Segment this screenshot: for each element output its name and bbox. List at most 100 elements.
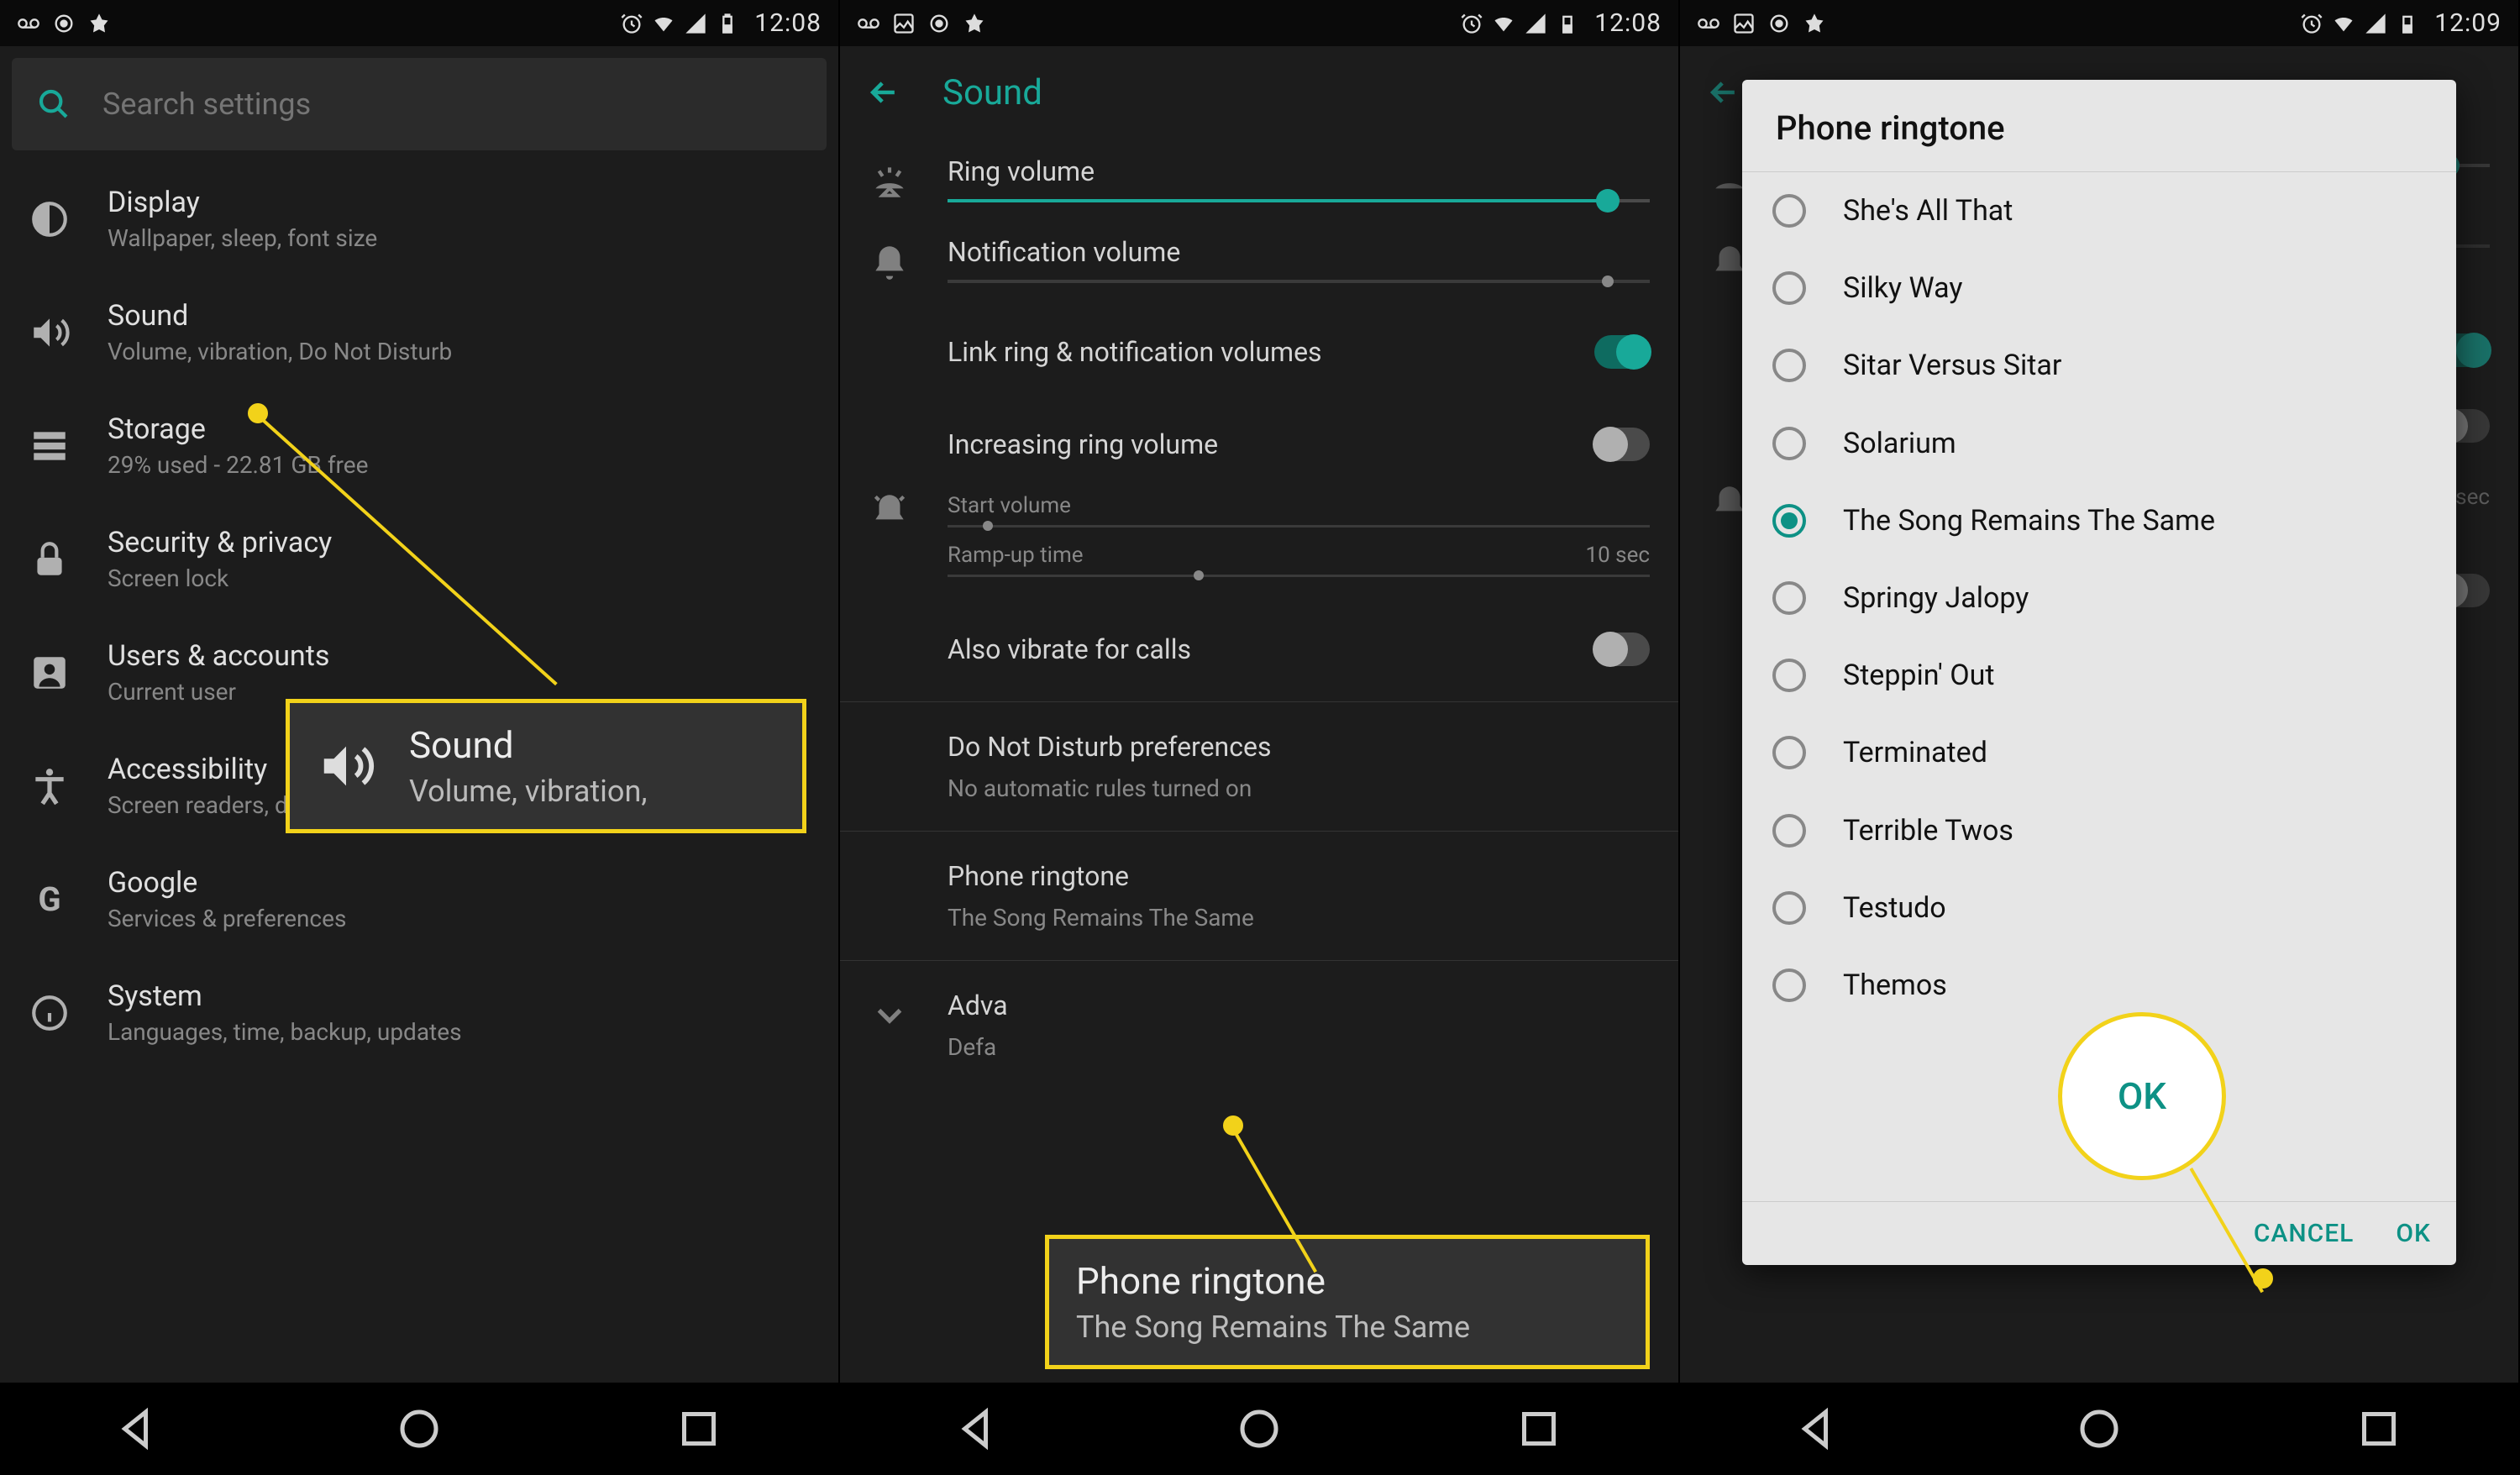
row-title: Phone ringtone — [948, 860, 1650, 892]
callout-ringtone: Phone ringtone The Song Remains The Same — [1045, 1235, 1650, 1369]
ringtone-row[interactable]: Phone ringtone The Song Remains The Same — [840, 843, 1678, 948]
callout-sub: The Song Remains The Same — [1076, 1310, 1619, 1345]
radio-icon — [1772, 891, 1806, 925]
leaf-icon — [1803, 12, 1826, 35]
toggle-label: Increasing ring volume — [948, 428, 1557, 460]
sub-label: Ramp-up time — [948, 543, 1586, 568]
target-icon — [927, 12, 951, 35]
chevron-down-icon — [869, 995, 911, 1037]
phone-sound: 12:08 Sound Ring volume Notification vol… — [840, 0, 1680, 1475]
target-icon — [52, 12, 76, 35]
row-title: Do Not Disturb preferences — [948, 731, 1650, 763]
nav-recent[interactable] — [1514, 1404, 1564, 1454]
nav-recent[interactable] — [2354, 1404, 2404, 1454]
target-icon — [1767, 12, 1791, 35]
rampup-slider[interactable] — [948, 575, 1650, 577]
radio-icon — [1772, 968, 1806, 1002]
callout-sound: Sound Volume, vibration, — [286, 699, 806, 833]
sound-icon — [317, 737, 375, 795]
ringtone-option[interactable]: Sitar Versus Sitar — [1742, 327, 2456, 404]
ringtone-option[interactable]: Springy Jalopy — [1742, 559, 2456, 637]
nav-back[interactable] — [114, 1404, 165, 1454]
back-icon[interactable] — [865, 74, 902, 111]
ringtone-option[interactable]: Solarium — [1742, 405, 2456, 482]
wifi-icon — [1492, 12, 1515, 35]
highlight-dot — [248, 403, 268, 423]
setting-row-sound[interactable]: SoundVolume, vibration, Do Not Disturb — [0, 276, 838, 389]
radio-icon — [1772, 271, 1806, 305]
ringtone-option[interactable]: Testudo — [1742, 869, 2456, 947]
alarm-icon — [620, 12, 643, 35]
increasing-toggle[interactable] — [1594, 428, 1650, 461]
setting-sub: 29% used - 22.81 GB free — [108, 451, 810, 479]
voicemail-icon — [1697, 12, 1720, 35]
setting-sub: Screen lock — [108, 564, 810, 592]
ring-volume-row[interactable]: Ring volume — [840, 139, 1678, 219]
bell-icon — [869, 241, 911, 283]
setting-title: Users & accounts — [108, 639, 810, 673]
ringtone-label: Silky Way — [1843, 270, 1962, 307]
nav-home[interactable] — [1234, 1404, 1284, 1454]
leaf-icon — [87, 12, 111, 35]
info-icon — [29, 992, 71, 1034]
slider-label: Ring volume — [948, 155, 1650, 187]
nav-back[interactable] — [1794, 1404, 1845, 1454]
setting-title: Security & privacy — [108, 526, 810, 559]
accessibility-icon — [29, 765, 71, 807]
status-time: 12:08 — [1594, 8, 1662, 38]
setting-row-storage[interactable]: Storage29% used - 22.81 GB free — [0, 389, 838, 502]
ringtone-option[interactable]: Silky Way — [1742, 249, 2456, 327]
setting-row-display[interactable]: DisplayWallpaper, sleep, font size — [0, 162, 838, 276]
radio-icon — [1772, 659, 1806, 692]
ring-slider[interactable] — [948, 199, 1650, 202]
divider — [840, 701, 1678, 702]
nav-home[interactable] — [2074, 1404, 2124, 1454]
search-input[interactable] — [102, 87, 801, 122]
link-toggle[interactable] — [1594, 335, 1650, 369]
ok-button[interactable]: OK — [2396, 1219, 2431, 1248]
signal-icon — [1524, 12, 1547, 35]
start-volume-slider[interactable] — [948, 525, 1650, 528]
callout-sub: Volume, vibration, — [409, 774, 647, 809]
setting-row-google[interactable]: G GoogleServices & preferences — [0, 842, 838, 956]
nav-home[interactable] — [394, 1404, 444, 1454]
ringtone-option[interactable]: She's All That — [1742, 172, 2456, 249]
link-volumes-row[interactable]: Link ring & notification volumes — [840, 300, 1678, 404]
sound-body: Ring volume Notification volume Link rin… — [840, 139, 1678, 1383]
ringtone-label: Terminated — [1843, 734, 1987, 771]
ringtone-option[interactable]: The Song Remains The Same — [1742, 482, 2456, 559]
callout-title: Phone ringtone — [1076, 1259, 1619, 1303]
setting-title: Sound — [108, 299, 810, 333]
ringtone-label: The Song Remains The Same — [1843, 502, 2215, 539]
sub-sliders: Start volume Ramp-up time10 sec — [840, 485, 1678, 609]
nav-recent[interactable] — [674, 1404, 724, 1454]
status-time: 12:08 — [754, 8, 822, 38]
search-settings-bar[interactable] — [12, 58, 827, 150]
setting-row-system[interactable]: SystemLanguages, time, backup, updates — [0, 956, 838, 1069]
divider — [840, 831, 1678, 832]
notif-volume-row[interactable]: Notification volume — [840, 219, 1678, 300]
nav-back[interactable] — [954, 1404, 1005, 1454]
ringtone-option[interactable]: Terminated — [1742, 714, 2456, 791]
notif-slider[interactable] — [948, 280, 1650, 283]
cancel-button[interactable]: CANCEL — [2254, 1219, 2355, 1248]
ringtone-option[interactable]: Steppin' Out — [1742, 637, 2456, 714]
phone-ringtone-dialog: 12:09 10 sec Phone ringtone She's All Th… — [1680, 0, 2520, 1475]
advanced-row[interactable]: Adva Defa — [840, 973, 1678, 1078]
increasing-row[interactable]: Increasing ring volume — [840, 404, 1678, 485]
ok-highlight-text: OK — [2118, 1074, 2166, 1118]
highlight-dot — [1223, 1115, 1243, 1136]
vibrate-row[interactable]: Also vibrate for calls — [840, 609, 1678, 690]
radio-icon — [1772, 427, 1806, 460]
image-icon — [1732, 12, 1756, 35]
wifi-icon — [2332, 12, 2355, 35]
search-icon — [37, 87, 71, 121]
row-title: Adva — [948, 989, 1650, 1021]
ringtone-option[interactable]: Terrible Twos — [1742, 792, 2456, 869]
vibrate-toggle[interactable] — [1594, 633, 1650, 666]
ringtone-label: Sitar Versus Sitar — [1843, 347, 2061, 384]
setting-sub: Services & preferences — [108, 905, 810, 932]
ringtone-option[interactable]: Themos — [1742, 947, 2456, 1024]
dnd-row[interactable]: Do Not Disturb preferences No automatic … — [840, 714, 1678, 819]
sound-topbar: Sound — [840, 46, 1678, 139]
